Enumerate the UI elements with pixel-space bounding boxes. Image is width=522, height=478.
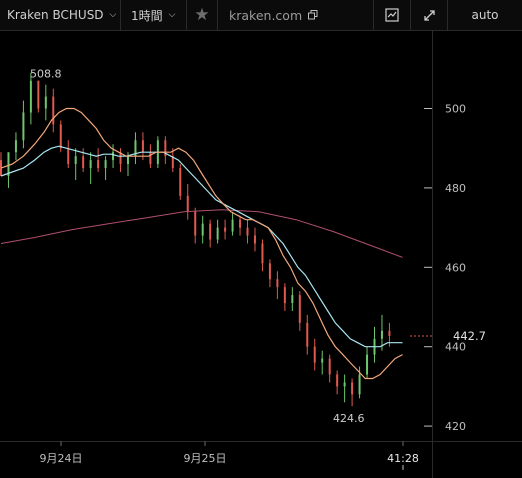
candle-body: [59, 124, 62, 149]
candle-body: [209, 223, 212, 240]
candle-body: [149, 152, 152, 165]
price-tick-label: 500: [445, 103, 466, 116]
interval-selector[interactable]: 1時間 ⌵: [121, 0, 186, 30]
candle-body: [261, 243, 264, 264]
candle-body: [112, 152, 115, 161]
candle-body: [268, 263, 271, 280]
candle-body: [201, 223, 204, 236]
candle-body: [67, 148, 70, 165]
candle-body: [52, 96, 55, 125]
candle-body: [186, 195, 189, 212]
high-price-label: 508.8: [30, 68, 62, 81]
candle-body: [44, 96, 47, 109]
candle-body: [283, 287, 286, 304]
fullscreen-icon: [423, 9, 435, 21]
candle-body: [216, 227, 219, 240]
moving-average-mid-line: [0, 145, 403, 348]
price-tick-label: 460: [445, 261, 466, 274]
domain-label: kraken.com: [229, 7, 303, 23]
fullscreen-button[interactable]: [411, 0, 447, 30]
candle-body: [298, 295, 301, 323]
candle-body: [141, 140, 144, 153]
candle-body: [231, 219, 234, 232]
candle-body: [313, 346, 316, 363]
candle-body: [97, 160, 100, 169]
candle-body: [246, 227, 249, 236]
low-price-label: 424.6: [333, 412, 365, 425]
candle-body: [104, 160, 107, 169]
candle-body: [194, 211, 197, 236]
candle-body: [388, 330, 391, 336]
toolbar-divider: [217, 0, 218, 30]
chart-toolbar: Kraken BCHUSD ⌵ 1時間 ⌵ ★ kraken.com auto: [0, 0, 522, 31]
domain-link[interactable]: kraken.com: [229, 0, 329, 30]
scale-mode-button[interactable]: auto: [448, 0, 522, 30]
candle-body: [358, 374, 361, 395]
time-tick-label: 9月24日: [40, 452, 83, 465]
chart-style-icon: [385, 8, 399, 22]
candle-body: [239, 219, 242, 228]
candle-body: [336, 374, 339, 387]
candle-body: [29, 80, 32, 113]
candle-body: [224, 227, 227, 232]
candle-body: [343, 382, 346, 387]
candle-body: [7, 152, 10, 176]
candle-body: [74, 156, 77, 165]
candle-body: [306, 322, 309, 347]
chart-style-button[interactable]: [374, 0, 410, 30]
symbol-label: Kraken BCHUSD: [7, 8, 104, 22]
candle-body: [276, 279, 279, 288]
interval-label: 1時間: [131, 8, 163, 23]
favorite-button[interactable]: ★: [187, 0, 217, 30]
candle-body: [37, 80, 40, 109]
symbol-selector[interactable]: Kraken BCHUSD ⌵: [7, 0, 119, 30]
candle-body: [321, 358, 324, 363]
candle-body: [126, 156, 129, 165]
price-tick-label: 480: [445, 182, 466, 195]
candle-body: [89, 160, 92, 169]
candle-body: [291, 295, 294, 304]
chevron-down-icon: ⌵: [168, 10, 176, 20]
price-chart[interactable]: 500480460440420 9月24日 9月25日 41:28 442.7508…: [0, 31, 522, 478]
chevron-down-icon: ⌵: [109, 10, 117, 20]
candle-body: [14, 140, 17, 153]
time-tick-label: 9月25日: [184, 452, 227, 465]
candle-body: [366, 354, 369, 375]
candle-body: [253, 235, 256, 244]
candle-body: [179, 168, 182, 196]
candle-body: [380, 330, 383, 339]
time-tick-label: 41:28: [387, 452, 419, 465]
copy-icon: [308, 10, 318, 20]
star-icon: ★: [194, 5, 210, 25]
price-tick-label: 420: [445, 420, 466, 433]
last-price-label: 442.7: [453, 329, 486, 343]
candle-body: [82, 156, 85, 169]
candle-body: [22, 112, 25, 141]
scale-mode-label: auto: [471, 8, 499, 22]
candle-body: [351, 382, 354, 395]
candle-body: [328, 358, 331, 375]
